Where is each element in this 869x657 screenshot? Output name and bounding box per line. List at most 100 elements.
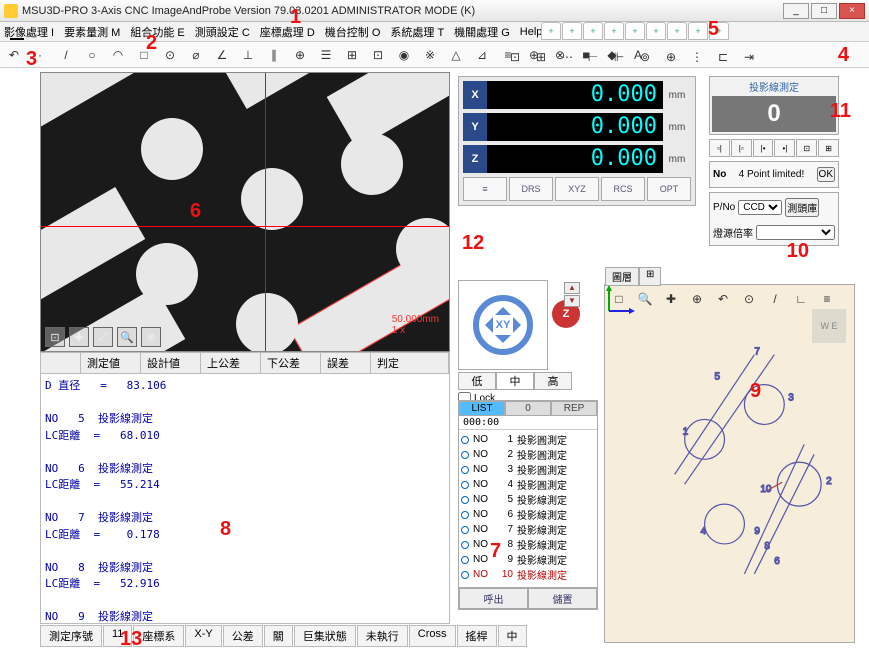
r-small-btn[interactable]: ⊡	[796, 139, 817, 157]
tool-rtri-icon[interactable]: ⊿	[472, 45, 492, 65]
close-button[interactable]: ×	[839, 3, 865, 19]
cad-tab-grid[interactable]: ⊞	[639, 267, 661, 286]
tool2-icon[interactable]: ⊢	[583, 47, 603, 67]
r-small-btn[interactable]: ▫|	[709, 139, 730, 157]
tool-perp-icon[interactable]: ⊥	[238, 45, 258, 65]
program-item[interactable]: NO8投影線測定	[461, 537, 595, 552]
tool-angle-icon[interactable]: ∠	[212, 45, 232, 65]
doc-tab[interactable]: +	[604, 22, 624, 40]
probe-lib-button[interactable]: 測頭庫	[785, 198, 819, 217]
view-fit-icon[interactable]: ⊡	[45, 327, 65, 347]
doc-tab[interactable]: +	[688, 22, 708, 40]
prog-tab-zero[interactable]: 0	[505, 401, 551, 416]
axis-x-label[interactable]: X	[463, 81, 487, 109]
r-small-btn[interactable]: |•	[753, 139, 774, 157]
doc-tab[interactable]: +	[646, 22, 666, 40]
view-pan-icon[interactable]: ⤢	[93, 327, 113, 347]
program-item[interactable]: NO5投影線測定	[461, 492, 595, 507]
doc-tab[interactable]: +	[709, 22, 729, 40]
jog-up-icon[interactable]	[495, 299, 511, 315]
tool-dot-icon[interactable]: ◉	[394, 45, 414, 65]
doc-tab[interactable]: +	[562, 22, 582, 40]
menu-measure[interactable]: 要素量測 M	[64, 24, 120, 40]
program-item[interactable]: NO10投影線測定	[461, 567, 595, 582]
speed-low-tab[interactable]: 低	[458, 372, 496, 390]
tool-diameter-icon[interactable]: ⌀	[186, 45, 206, 65]
tool-point-icon[interactable]: ·	[30, 45, 50, 65]
tool-arc-icon[interactable]: ◠	[108, 45, 128, 65]
tool2-icon[interactable]: ⊞	[531, 47, 551, 67]
tool-circle-icon[interactable]: ○	[82, 45, 102, 65]
doc-tab[interactable]: +	[583, 22, 603, 40]
tool-tri-icon[interactable]: △	[446, 45, 466, 65]
program-item[interactable]: NO9投影線測定	[461, 552, 595, 567]
prog-tab-rep[interactable]: REP	[551, 401, 597, 416]
maximize-button[interactable]: □	[811, 3, 837, 19]
r-small-btn[interactable]: ⊞	[818, 139, 839, 157]
view-zoom-icon[interactable]: 🔍	[117, 327, 137, 347]
dro-btn-rcs[interactable]: RCS	[601, 177, 645, 201]
xy-joystick[interactable]: XY	[458, 280, 548, 370]
program-item[interactable]: NO1投影圓測定	[461, 432, 595, 447]
tool2-icon[interactable]: ⇥	[739, 47, 759, 67]
speed-up-icon[interactable]: ▲	[564, 282, 580, 294]
menu-coord[interactable]: 座標處理 D	[260, 24, 315, 40]
r-small-btn[interactable]: •|	[774, 139, 795, 157]
r-small-btn[interactable]: |▫	[731, 139, 752, 157]
dro-btn-xyz[interactable]: XYZ	[555, 177, 599, 201]
axis-z-label[interactable]: Z	[463, 145, 487, 173]
speed-high-tab[interactable]: 高	[534, 372, 572, 390]
jog-right-icon[interactable]	[513, 317, 529, 333]
dro-btn-opt[interactable]: OPT	[647, 177, 691, 201]
doc-tab[interactable]: +	[667, 22, 687, 40]
program-item[interactable]: NO2投影圓測定	[461, 447, 595, 462]
tool-grid-icon[interactable]: ⊞	[342, 45, 362, 65]
tool-box-icon[interactable]: ⊡	[368, 45, 388, 65]
cad-view[interactable]: 圖層 ⊞ □ 🔍 ✚ ⊕ ↶ ⊙ / ∟ ≡ 1 2 3 4 5 6 7 8 9…	[604, 284, 855, 643]
tool-ring-icon[interactable]: ⊙	[160, 45, 180, 65]
limit-ok-button[interactable]: OK	[817, 167, 835, 182]
menu-org[interactable]: 機關處理 G	[454, 24, 510, 40]
cad-tab-layer[interactable]: 圖層	[605, 267, 639, 286]
tool2-icon[interactable]: ⊚	[635, 47, 655, 67]
speed-down-icon[interactable]: ▼	[564, 295, 580, 307]
dro-btn[interactable]: ≡	[463, 177, 507, 201]
tool2-icon[interactable]: ⊏	[713, 47, 733, 67]
program-item[interactable]: NO7投影線測定	[461, 522, 595, 537]
tool2-icon[interactable]: ⋯	[557, 47, 577, 67]
minimize-button[interactable]: _	[783, 3, 809, 19]
program-item[interactable]: NO3投影圓測定	[461, 462, 595, 477]
dro-btn-drs[interactable]: DRS	[509, 177, 553, 201]
speed-mid-tab[interactable]: 中	[496, 372, 534, 390]
jog-left-icon[interactable]	[477, 317, 493, 333]
menu-machine[interactable]: 機台控制 O	[325, 24, 381, 40]
program-item[interactable]: NO4投影圓測定	[461, 477, 595, 492]
jog-down-icon[interactable]	[495, 335, 511, 351]
menu-probe[interactable]: 測頭設定 C	[195, 24, 250, 40]
pno-select[interactable]: CCD	[738, 200, 782, 215]
tool-star-icon[interactable]: ※	[420, 45, 440, 65]
prog-store-button[interactable]: 儲置	[528, 588, 597, 609]
tool-list-icon[interactable]: ☰	[316, 45, 336, 65]
menu-combine[interactable]: 組合功能 E	[130, 24, 184, 40]
tool2-icon[interactable]: ⋮	[687, 47, 707, 67]
view-cancel-icon[interactable]: ⊗	[141, 327, 161, 347]
doc-tab[interactable]: +	[625, 22, 645, 40]
prog-export-button[interactable]: 呼出	[459, 588, 528, 609]
light-speed-select[interactable]	[756, 225, 835, 240]
prog-tab-list[interactable]: LIST	[459, 401, 505, 416]
results-list[interactable]: D 直径 = 83.106 NO 5 投影線測定 LC距離 = 68.010 N…	[40, 374, 450, 624]
program-item[interactable]: NO6投影線測定	[461, 507, 595, 522]
tool2-icon[interactable]: ⊕	[661, 47, 681, 67]
doc-tab[interactable]: +	[541, 22, 561, 40]
tool2-icon[interactable]: ⊡	[505, 47, 525, 67]
tool-line-icon[interactable]: /	[56, 45, 76, 65]
tool2-icon[interactable]: ⊩	[609, 47, 629, 67]
axis-y-label[interactable]: Y	[463, 113, 487, 141]
tool-rect-icon[interactable]: □	[134, 45, 154, 65]
camera-view[interactable]: >>Menus<< 50.000mm1 x ⊡ ✚ ⤢ 🔍 ⊗	[40, 72, 450, 352]
menu-system[interactable]: 系統處理 T	[390, 24, 444, 40]
tool-parallel-icon[interactable]: ∥	[264, 45, 284, 65]
tool-target-icon[interactable]: ⊕	[290, 45, 310, 65]
tool-undo-icon[interactable]: ↶	[4, 45, 24, 65]
